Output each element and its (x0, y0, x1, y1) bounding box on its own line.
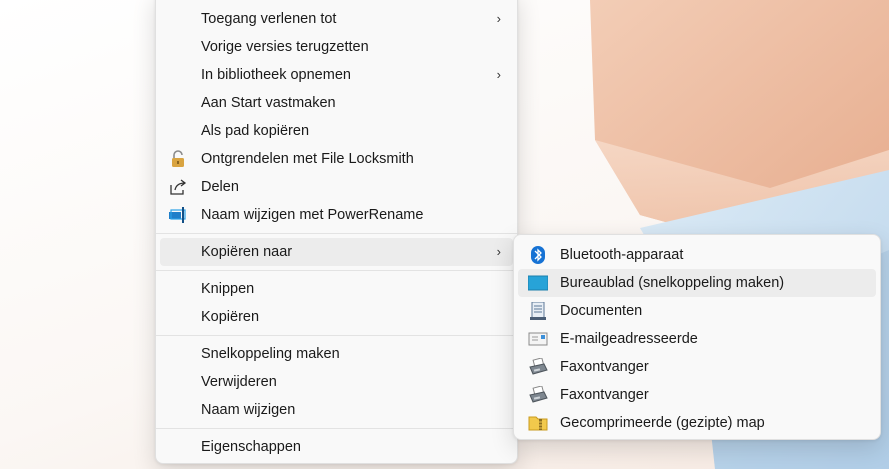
menu-item-label: Naam wijzigen (201, 402, 296, 418)
menu-item-label: Vorige versies terugzetten (201, 39, 369, 55)
menu-item-in-bibliotheek[interactable]: In bibliotheek opnemen › (160, 61, 513, 89)
bluetooth-icon (531, 246, 545, 264)
submenu-item-label: Faxontvanger (560, 359, 649, 375)
zip-folder-icon (528, 416, 548, 431)
menu-item-label: Aan Start vastmaken (201, 95, 336, 111)
menu-item-label: In bibliotheek opnemen (201, 67, 351, 83)
menu-item-label: Eigenschappen (201, 439, 301, 455)
submenu-item-email[interactable]: E-mailgeadresseerde (518, 325, 876, 353)
submenu-item-label: Bluetooth-apparaat (560, 247, 684, 263)
submenu-item-bluetooth[interactable]: Bluetooth-apparaat (518, 241, 876, 269)
submenu-item-documenten[interactable]: Documenten (518, 297, 876, 325)
chevron-right-icon: › (496, 11, 501, 26)
menu-item-label: Verwijderen (201, 374, 277, 390)
menu-item-kopieren-naar[interactable]: Kopiëren naar › (160, 238, 513, 266)
powerrename-icon (169, 207, 186, 223)
menu-item-label: Toegang verlenen tot (201, 11, 337, 27)
menu-item-snelkoppeling[interactable]: Snelkoppeling maken (160, 340, 513, 368)
submenu-item-bureaublad[interactable]: Bureaublad (snelkoppeling maken) (518, 269, 876, 297)
send-to-submenu: Bluetooth-apparaat Bureaublad (snelkoppe… (513, 234, 881, 440)
menu-item-vorige-versies[interactable]: Vorige versies terugzetten (160, 33, 513, 61)
fax-icon (529, 386, 548, 403)
menu-separator (156, 428, 517, 429)
desktop-icon (528, 275, 548, 291)
menu-item-label: Knippen (201, 281, 255, 297)
menu-item-label: Ontgrendelen met File Locksmith (201, 151, 414, 167)
menu-item-label: Kopiëren naar (201, 244, 293, 260)
submenu-item-label: Bureaublad (snelkoppeling maken) (560, 275, 785, 291)
menu-separator (156, 270, 517, 271)
menu-item-label: Kopiëren (201, 309, 260, 325)
menu-item-label: Naam wijzigen met PowerRename (201, 207, 424, 223)
submenu-item-label: E-mailgeadresseerde (560, 331, 698, 347)
menu-item-verwijderen[interactable]: Verwijderen (160, 368, 513, 396)
submenu-item-zip[interactable]: Gecomprimeerde (gezipte) map (518, 409, 876, 437)
submenu-item-label: Documenten (560, 303, 643, 319)
mail-recipient-icon (528, 332, 548, 346)
menu-separator (156, 233, 517, 234)
documents-icon (530, 302, 546, 320)
menu-separator (156, 335, 517, 336)
submenu-item-fax-2[interactable]: Faxontvanger (518, 381, 876, 409)
menu-item-kopieren[interactable]: Kopiëren (160, 303, 513, 331)
context-menu: Toegang verlenen tot › Vorige versies te… (155, 0, 518, 464)
menu-item-als-pad-kopieren[interactable]: Als pad kopiëren (160, 117, 513, 145)
menu-item-label: Delen (201, 179, 239, 195)
submenu-item-fax-1[interactable]: Faxontvanger (518, 353, 876, 381)
menu-item-file-locksmith[interactable]: Ontgrendelen met File Locksmith (160, 145, 513, 173)
menu-item-label: Als pad kopiëren (201, 123, 310, 139)
submenu-item-label: Faxontvanger (560, 387, 649, 403)
menu-item-powerrename[interactable]: Naam wijzigen met PowerRename (160, 201, 513, 229)
menu-item-delen[interactable]: Delen (160, 173, 513, 201)
menu-item-naam-wijzigen[interactable]: Naam wijzigen (160, 396, 513, 424)
menu-item-toegang-verlenen[interactable]: Toegang verlenen tot › (160, 5, 513, 33)
menu-item-aan-start[interactable]: Aan Start vastmaken (160, 89, 513, 117)
submenu-item-label: Gecomprimeerde (gezipte) map (560, 415, 765, 431)
fax-icon (529, 358, 548, 375)
share-icon (170, 179, 187, 195)
menu-item-knippen[interactable]: Knippen (160, 275, 513, 303)
padlock-icon (172, 150, 184, 167)
chevron-right-icon: › (496, 67, 501, 82)
menu-item-label: Snelkoppeling maken (201, 346, 340, 362)
chevron-right-icon: › (496, 244, 501, 259)
menu-item-eigenschappen[interactable]: Eigenschappen (160, 433, 513, 461)
